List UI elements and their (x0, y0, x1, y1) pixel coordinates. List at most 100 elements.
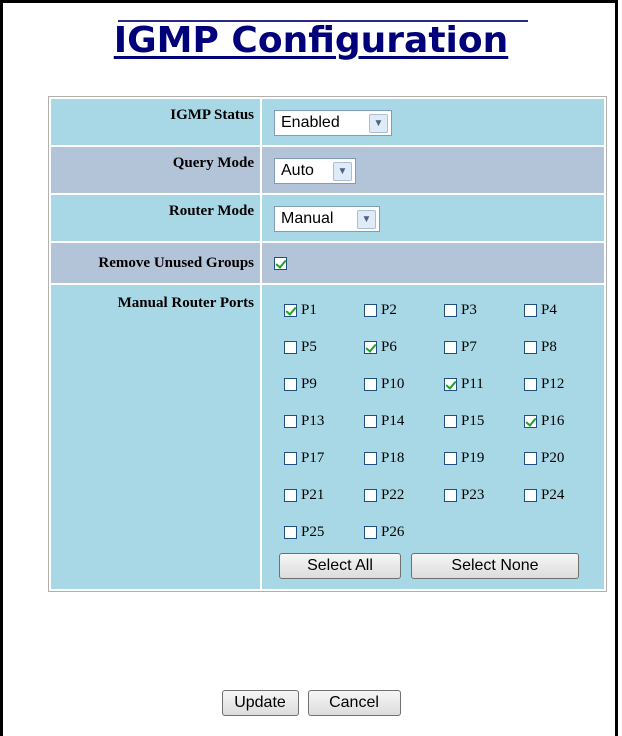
query-mode-cell: Auto ▼ (262, 147, 604, 193)
form-actions: Update Cancel (0, 690, 622, 716)
router-mode-select[interactable]: Manual ▼ (274, 206, 380, 232)
port-checkbox[interactable] (364, 340, 377, 354)
router-mode-cell: Manual ▼ (262, 195, 604, 241)
port-label: P8 (541, 338, 557, 355)
port-label: P19 (461, 449, 485, 466)
port-item[interactable]: P8 (524, 338, 604, 356)
port-checkbox[interactable] (364, 525, 377, 539)
port-item[interactable]: P22 (364, 486, 444, 504)
port-checkbox[interactable] (444, 414, 457, 428)
page-title-wrap: IGMP Configuration (0, 20, 622, 61)
port-label: P15 (461, 412, 485, 429)
port-label: P16 (541, 412, 565, 429)
port-item[interactable]: P11 (444, 375, 524, 393)
port-label: P2 (381, 301, 397, 318)
chevron-down-icon[interactable]: ▼ (369, 113, 388, 133)
port-item[interactable]: P12 (524, 375, 604, 393)
router-mode-label: Router Mode (51, 195, 260, 241)
port-label: P11 (461, 375, 484, 392)
update-button[interactable]: Update (221, 690, 299, 716)
port-item[interactable]: P18 (364, 449, 444, 467)
port-item[interactable]: P6 (364, 338, 444, 356)
port-checkbox[interactable] (444, 451, 457, 465)
port-checkbox[interactable] (444, 488, 457, 502)
port-item[interactable]: P1 (284, 301, 364, 319)
port-label: P23 (461, 486, 485, 503)
select-none-button[interactable]: Select None (411, 553, 579, 579)
port-checkbox[interactable] (364, 414, 377, 428)
query-mode-label: Query Mode (51, 147, 260, 193)
port-item[interactable]: P7 (444, 338, 524, 356)
igmp-status-value: Enabled (281, 114, 340, 131)
port-label: P26 (381, 523, 405, 540)
port-item[interactable]: P15 (444, 412, 524, 430)
port-label: P25 (301, 523, 325, 540)
port-checkbox[interactable] (284, 414, 297, 428)
query-mode-select[interactable]: Auto ▼ (274, 158, 356, 184)
cancel-button[interactable]: Cancel (307, 690, 401, 716)
igmp-status-label: IGMP Status (51, 99, 260, 145)
query-mode-value: Auto (281, 162, 314, 179)
port-item[interactable]: P26 (364, 523, 444, 541)
port-checkbox[interactable] (444, 303, 457, 317)
port-label: P13 (301, 412, 325, 429)
chevron-down-icon[interactable]: ▼ (333, 161, 352, 181)
port-label: P7 (461, 338, 477, 355)
port-checkbox[interactable] (524, 303, 537, 317)
port-checkbox[interactable] (364, 377, 377, 391)
port-item[interactable]: P4 (524, 301, 604, 319)
port-checkbox[interactable] (524, 340, 537, 354)
port-checkbox[interactable] (524, 488, 537, 502)
port-label: P18 (381, 449, 405, 466)
igmp-status-select[interactable]: Enabled ▼ (274, 110, 392, 136)
port-item[interactable]: P16 (524, 412, 604, 430)
port-item[interactable]: P19 (444, 449, 524, 467)
port-item[interactable]: P20 (524, 449, 604, 467)
remove-unused-groups-checkbox[interactable] (274, 256, 287, 270)
port-item[interactable]: P13 (284, 412, 364, 430)
port-label: P20 (541, 449, 565, 466)
port-item[interactable]: P21 (284, 486, 364, 504)
port-label: P9 (301, 375, 317, 392)
port-label: P17 (301, 449, 325, 466)
port-item[interactable]: P25 (284, 523, 364, 541)
port-checkbox[interactable] (284, 525, 297, 539)
port-checkbox[interactable] (284, 488, 297, 502)
port-label: P1 (301, 301, 317, 318)
port-item[interactable]: P5 (284, 338, 364, 356)
port-grid: P1 P2 P3 P4 P5 P6 P7 P8 P9 P10 P11 P12 P13 P14 P15 P16 P… (262, 285, 604, 541)
port-item[interactable]: P3 (444, 301, 524, 319)
port-label: P14 (381, 412, 405, 429)
port-label: P21 (301, 486, 325, 503)
port-item[interactable]: P10 (364, 375, 444, 393)
port-checkbox[interactable] (364, 303, 377, 317)
port-checkbox[interactable] (444, 340, 457, 354)
port-checkbox[interactable] (284, 303, 297, 317)
port-label: P3 (461, 301, 477, 318)
port-checkbox[interactable] (284, 377, 297, 391)
port-item[interactable]: P14 (364, 412, 444, 430)
port-item[interactable]: P2 (364, 301, 444, 319)
remove-unused-groups-label: Remove Unused Groups (51, 243, 260, 283)
port-checkbox[interactable] (524, 451, 537, 465)
port-checkbox[interactable] (444, 377, 457, 391)
manual-router-ports-cell: P1 P2 P3 P4 P5 P6 P7 P8 P9 P10 P11 P12 P13 P14 P15 P16 P… (262, 285, 604, 589)
port-item[interactable]: P23 (444, 486, 524, 504)
router-mode-value: Manual (281, 210, 334, 227)
port-checkbox[interactable] (284, 451, 297, 465)
port-checkbox[interactable] (524, 377, 537, 391)
port-checkbox[interactable] (364, 451, 377, 465)
port-label: P6 (381, 338, 397, 355)
port-checkbox[interactable] (284, 340, 297, 354)
port-label: P24 (541, 486, 565, 503)
port-item[interactable]: P9 (284, 375, 364, 393)
select-all-button[interactable]: Select All (279, 553, 401, 579)
port-item[interactable]: P17 (284, 449, 364, 467)
port-checkbox[interactable] (524, 414, 537, 428)
chevron-down-icon[interactable]: ▼ (357, 209, 376, 229)
page-title: IGMP Configuration (113, 20, 509, 61)
port-checkbox[interactable] (364, 488, 377, 502)
port-label: P4 (541, 301, 557, 318)
port-label: P10 (381, 375, 405, 392)
port-item[interactable]: P24 (524, 486, 604, 504)
